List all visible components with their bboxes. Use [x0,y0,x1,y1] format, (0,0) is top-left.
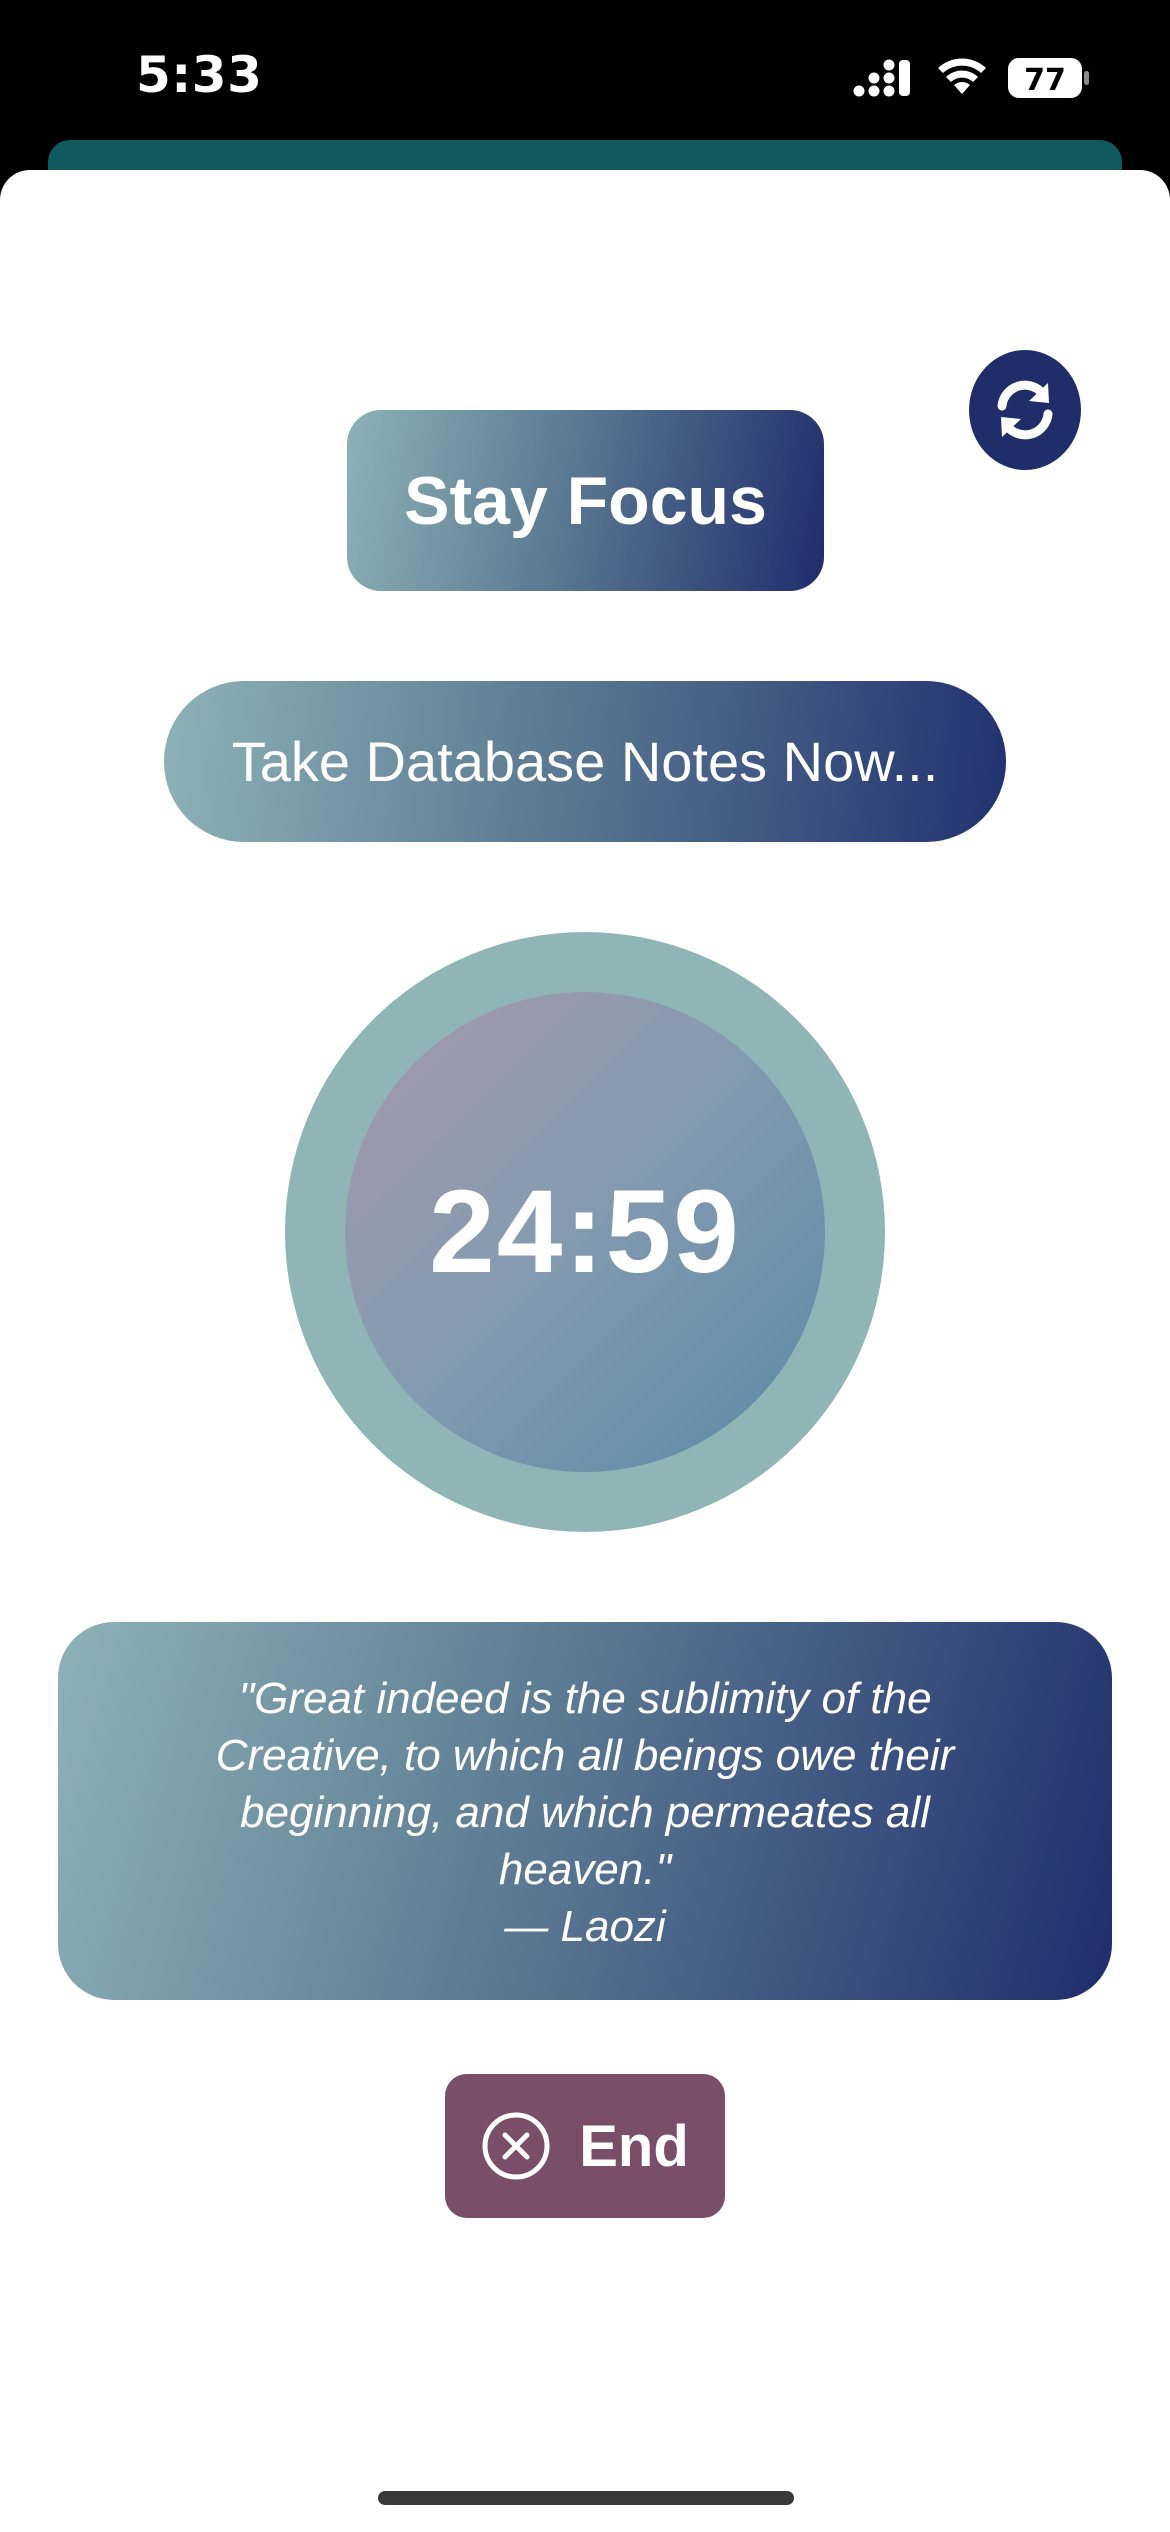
task-label[interactable]: Take Database Notes Now... [164,681,1006,842]
timer-display: 24:59 [429,1166,741,1298]
wifi-icon [938,58,986,94]
close-circle-icon [482,2112,550,2180]
status-time: 5:33 [136,46,263,104]
refresh-button[interactable] [969,350,1081,470]
page-title: Stay Focus [347,410,824,591]
end-button[interactable]: End [445,2074,725,2218]
quote-author: — Laozi [504,1902,666,1951]
timer-ring: 24:59 [285,932,885,1532]
home-indicator[interactable] [378,2491,794,2505]
cellular-signal-icon [853,59,910,97]
battery-level: 77 [1024,63,1066,98]
status-bar: 5:33 77 [0,0,1170,160]
timer-face: 24:59 [345,992,825,1472]
end-button-label: End [579,2113,689,2179]
quote-text: "Great indeed is the sublimity of the Cr… [215,1674,955,1894]
battery-icon: 77 [1008,58,1089,98]
refresh-icon [997,380,1053,440]
quote-card: "Great indeed is the sublimity of the Cr… [58,1622,1112,2000]
